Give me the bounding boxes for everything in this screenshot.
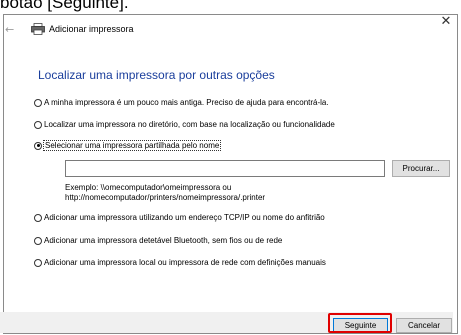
browse-button[interactable]: Procurar... [392,160,450,177]
option-shared-by-name[interactable]: Selecionar uma impressora partilhada pel… [34,140,222,151]
option-label: Localizar uma impressora no diretório, c… [44,120,335,129]
shared-printer-name-input[interactable] [65,160,385,177]
radio-button[interactable] [34,98,42,107]
option-tcpip[interactable]: Adicionar uma impressora utilizando um e… [34,213,325,222]
example-line: Exemplo: \\omecomputador\omeimpressora o… [65,183,232,192]
close-icon[interactable]: ✕ [439,15,453,29]
header-title: Adicionar impressora [49,24,134,34]
printer-icon [31,23,45,35]
radio-button[interactable] [34,213,42,222]
highlight-box [328,313,392,333]
dialog-header: ← Adicionar impressora [5,21,134,37]
caption-text: botão [Seguinte]. [0,0,129,12]
option-label: Adicionar uma impressora local ou impres… [44,258,326,267]
example-line: http://nomecomputador/printers/nomeimpre… [65,193,266,202]
option-old-printer[interactable]: A minha impressora é um pouco mais antig… [34,98,329,107]
option-directory[interactable]: Localizar uma impressora no diretório, c… [34,120,335,129]
cancel-button[interactable]: Cancelar [396,318,452,333]
radio-button[interactable] [34,258,42,267]
option-label: A minha impressora é um pouco mais antig… [44,98,329,107]
option-bluetooth[interactable]: Adicionar uma impressora detetável Bluet… [34,236,282,245]
option-local-manual[interactable]: Adicionar uma impressora local ou impres… [34,258,326,267]
option-label: Adicionar uma impressora utilizando um e… [44,213,325,222]
option-label: Selecionar uma impressora partilhada pel… [42,140,222,151]
radio-button[interactable] [34,120,42,129]
option-label: Adicionar uma impressora detetável Bluet… [44,236,283,245]
radio-button-selected[interactable] [34,141,42,150]
back-arrow-icon[interactable]: ← [5,23,21,36]
example-text: Exemplo: \\omecomputador\omeimpressora o… [65,183,265,203]
radio-button[interactable] [34,236,42,245]
section-title: Localizar uma impressora por outras opçõ… [38,68,275,82]
